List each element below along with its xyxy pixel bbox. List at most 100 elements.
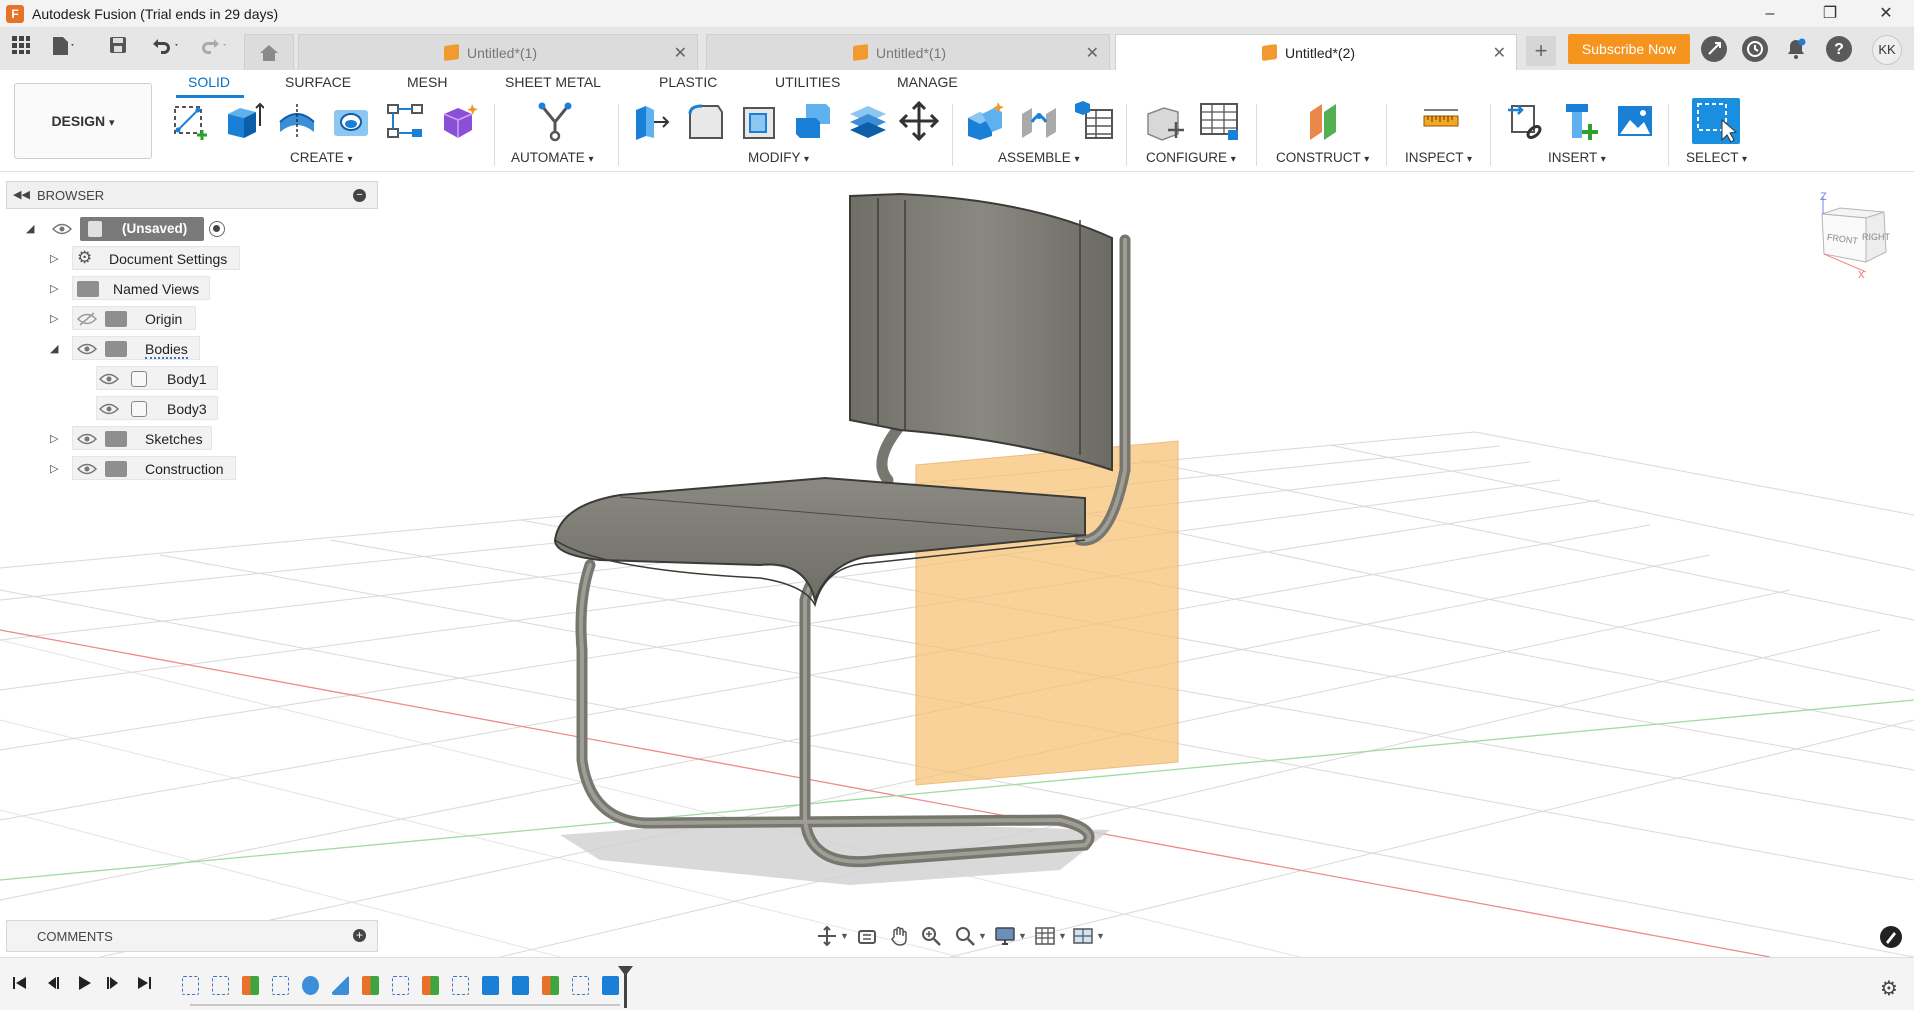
chevron-down-icon[interactable]: ▼	[1018, 931, 1027, 941]
chevron-down-icon[interactable]: ▼	[1096, 931, 1105, 941]
press-pull-icon[interactable]	[630, 100, 672, 142]
tab-surface[interactable]: SURFACE	[285, 74, 351, 90]
expand-arrow-icon[interactable]: ▷	[50, 462, 58, 475]
chevron-down-icon[interactable]: ▼	[1058, 931, 1067, 941]
expand-arrow-icon[interactable]: ▷	[50, 252, 58, 265]
select-tool-icon[interactable]	[1692, 98, 1740, 144]
visibility-eye-icon[interactable]	[76, 462, 98, 476]
move-copy-icon[interactable]	[898, 100, 940, 142]
tree-item-document-settings[interactable]: ⚙ Document Settings	[72, 246, 240, 270]
timeline-settings-gear-icon[interactable]: ⚙	[1880, 976, 1898, 1001]
tree-item-named-views[interactable]: Named Views	[72, 276, 210, 300]
visibility-eye-icon[interactable]	[76, 432, 98, 446]
tree-item-construction[interactable]: Construction	[72, 456, 236, 480]
3d-viewport[interactable]	[0, 172, 1914, 957]
pattern-icon[interactable]	[384, 100, 426, 142]
timeline-sketch-icon[interactable]	[182, 976, 199, 995]
minimize-button[interactable]: –	[1742, 0, 1798, 28]
fillet-icon[interactable]	[684, 100, 726, 142]
go-to-end-icon[interactable]	[136, 975, 152, 996]
tab-plastic[interactable]: PLASTIC	[659, 74, 717, 90]
collapse-arrow-icon[interactable]: ◢	[50, 342, 58, 355]
extensions-icon[interactable]	[1701, 36, 1727, 62]
joint-icon[interactable]	[1018, 100, 1060, 142]
create-group-label[interactable]: CREATE ▾	[290, 150, 353, 165]
expand-arrow-icon[interactable]: ▷	[50, 312, 58, 325]
timeline-sketch-icon[interactable]	[392, 976, 409, 995]
timeline-plane-icon[interactable]	[422, 976, 439, 995]
automate-group-label[interactable]: AUTOMATE ▾	[511, 150, 594, 165]
timeline-sweep-icon[interactable]	[302, 976, 319, 995]
redo-icon[interactable]	[196, 35, 232, 61]
modify-group-label[interactable]: MODIFY ▾	[748, 150, 809, 165]
automate-icon[interactable]	[534, 100, 576, 142]
timeline-sketch-icon[interactable]	[272, 976, 289, 995]
shell-icon[interactable]	[738, 100, 780, 142]
configuration-table-icon[interactable]	[1198, 100, 1240, 142]
new-component-icon[interactable]	[964, 100, 1006, 142]
tree-item-body3[interactable]: Body3	[96, 396, 218, 420]
orbit-icon[interactable]	[816, 925, 838, 947]
app-grid-icon[interactable]	[8, 35, 34, 61]
tree-item-body1[interactable]: Body1	[96, 366, 218, 390]
measure-icon[interactable]	[1420, 100, 1462, 142]
combine-icon[interactable]	[792, 100, 834, 142]
step-back-icon[interactable]	[44, 975, 60, 996]
user-avatar[interactable]: KK	[1872, 35, 1902, 65]
tab-untitled-2[interactable]: Untitled*(2) ✕	[1115, 34, 1517, 71]
tab-solid[interactable]: SOLID	[188, 74, 230, 90]
activate-radio-icon[interactable]	[209, 221, 225, 237]
insert-group-label[interactable]: INSERT ▾	[1548, 150, 1606, 165]
go-to-start-icon[interactable]	[12, 975, 28, 996]
save-icon[interactable]	[105, 35, 131, 61]
root-component-node[interactable]: (Unsaved)	[80, 217, 204, 241]
timeline-extrude-icon[interactable]	[512, 976, 529, 995]
home-tab[interactable]	[244, 34, 294, 70]
hidden-eye-icon[interactable]	[76, 312, 98, 326]
timeline-plane-icon[interactable]	[242, 976, 259, 995]
construct-group-label[interactable]: CONSTRUCT ▾	[1276, 150, 1369, 165]
extrude-icon[interactable]	[222, 100, 265, 142]
offset-plane-icon[interactable]	[1304, 100, 1346, 142]
tab-utilities[interactable]: UTILITIES	[775, 74, 840, 90]
timeline-sketch-icon[interactable]	[212, 976, 229, 995]
timeline-plane-icon[interactable]	[542, 976, 559, 995]
timeline-sketch-icon[interactable]	[572, 976, 589, 995]
step-forward-icon[interactable]	[106, 975, 122, 996]
bill-of-materials-icon[interactable]	[1072, 100, 1114, 142]
undo-icon[interactable]	[148, 35, 184, 61]
insert-mcmaster-icon[interactable]	[1560, 100, 1602, 142]
workspace-switcher-button[interactable]: DESIGN ▾	[14, 83, 152, 159]
timeline-loft-icon[interactable]	[332, 976, 349, 995]
expand-arrow-icon[interactable]: ▷	[50, 432, 58, 445]
zoom-icon[interactable]	[920, 925, 942, 947]
new-tab-button[interactable]: +	[1526, 36, 1556, 66]
expand-arrow-icon[interactable]: ◢	[26, 222, 34, 235]
viewcube[interactable]: FRONT RIGHT Z X	[1810, 191, 1910, 282]
restore-button[interactable]: ❐	[1802, 0, 1858, 28]
tab-manage[interactable]: MANAGE	[897, 74, 958, 90]
visibility-eye-icon[interactable]	[76, 342, 98, 356]
configure-icon[interactable]	[1144, 100, 1186, 142]
job-status-clock-icon[interactable]	[1742, 36, 1768, 62]
timeline-sketch-icon[interactable]	[452, 976, 469, 995]
inspect-group-label[interactable]: INSPECT ▾	[1405, 150, 1472, 165]
display-settings-icon[interactable]	[994, 925, 1016, 947]
revolve-icon[interactable]	[276, 100, 318, 142]
configure-group-label[interactable]: CONFIGURE ▾	[1146, 150, 1236, 165]
file-menu-icon[interactable]	[50, 35, 76, 61]
offset-face-icon[interactable]	[846, 100, 888, 142]
tab-mesh[interactable]: MESH	[407, 74, 447, 90]
tab-untitled-1b[interactable]: Untitled*(1) ✕	[706, 34, 1110, 70]
sketch-palette-icon[interactable]	[1880, 926, 1902, 948]
timeline-extrude-icon[interactable]	[602, 976, 619, 995]
form-icon[interactable]	[438, 100, 480, 142]
zoom-window-icon[interactable]	[954, 925, 976, 947]
notifications-bell-icon[interactable]	[1784, 37, 1808, 61]
close-tab-icon[interactable]: ✕	[674, 43, 687, 63]
timeline-extrude-icon[interactable]	[482, 976, 499, 995]
chevron-down-icon[interactable]: ▼	[978, 931, 987, 941]
browser-options-icon[interactable]: −	[353, 189, 366, 202]
tab-untitled-1a[interactable]: Untitled*(1) ✕	[298, 34, 698, 70]
visibility-eye-icon[interactable]	[98, 402, 120, 416]
